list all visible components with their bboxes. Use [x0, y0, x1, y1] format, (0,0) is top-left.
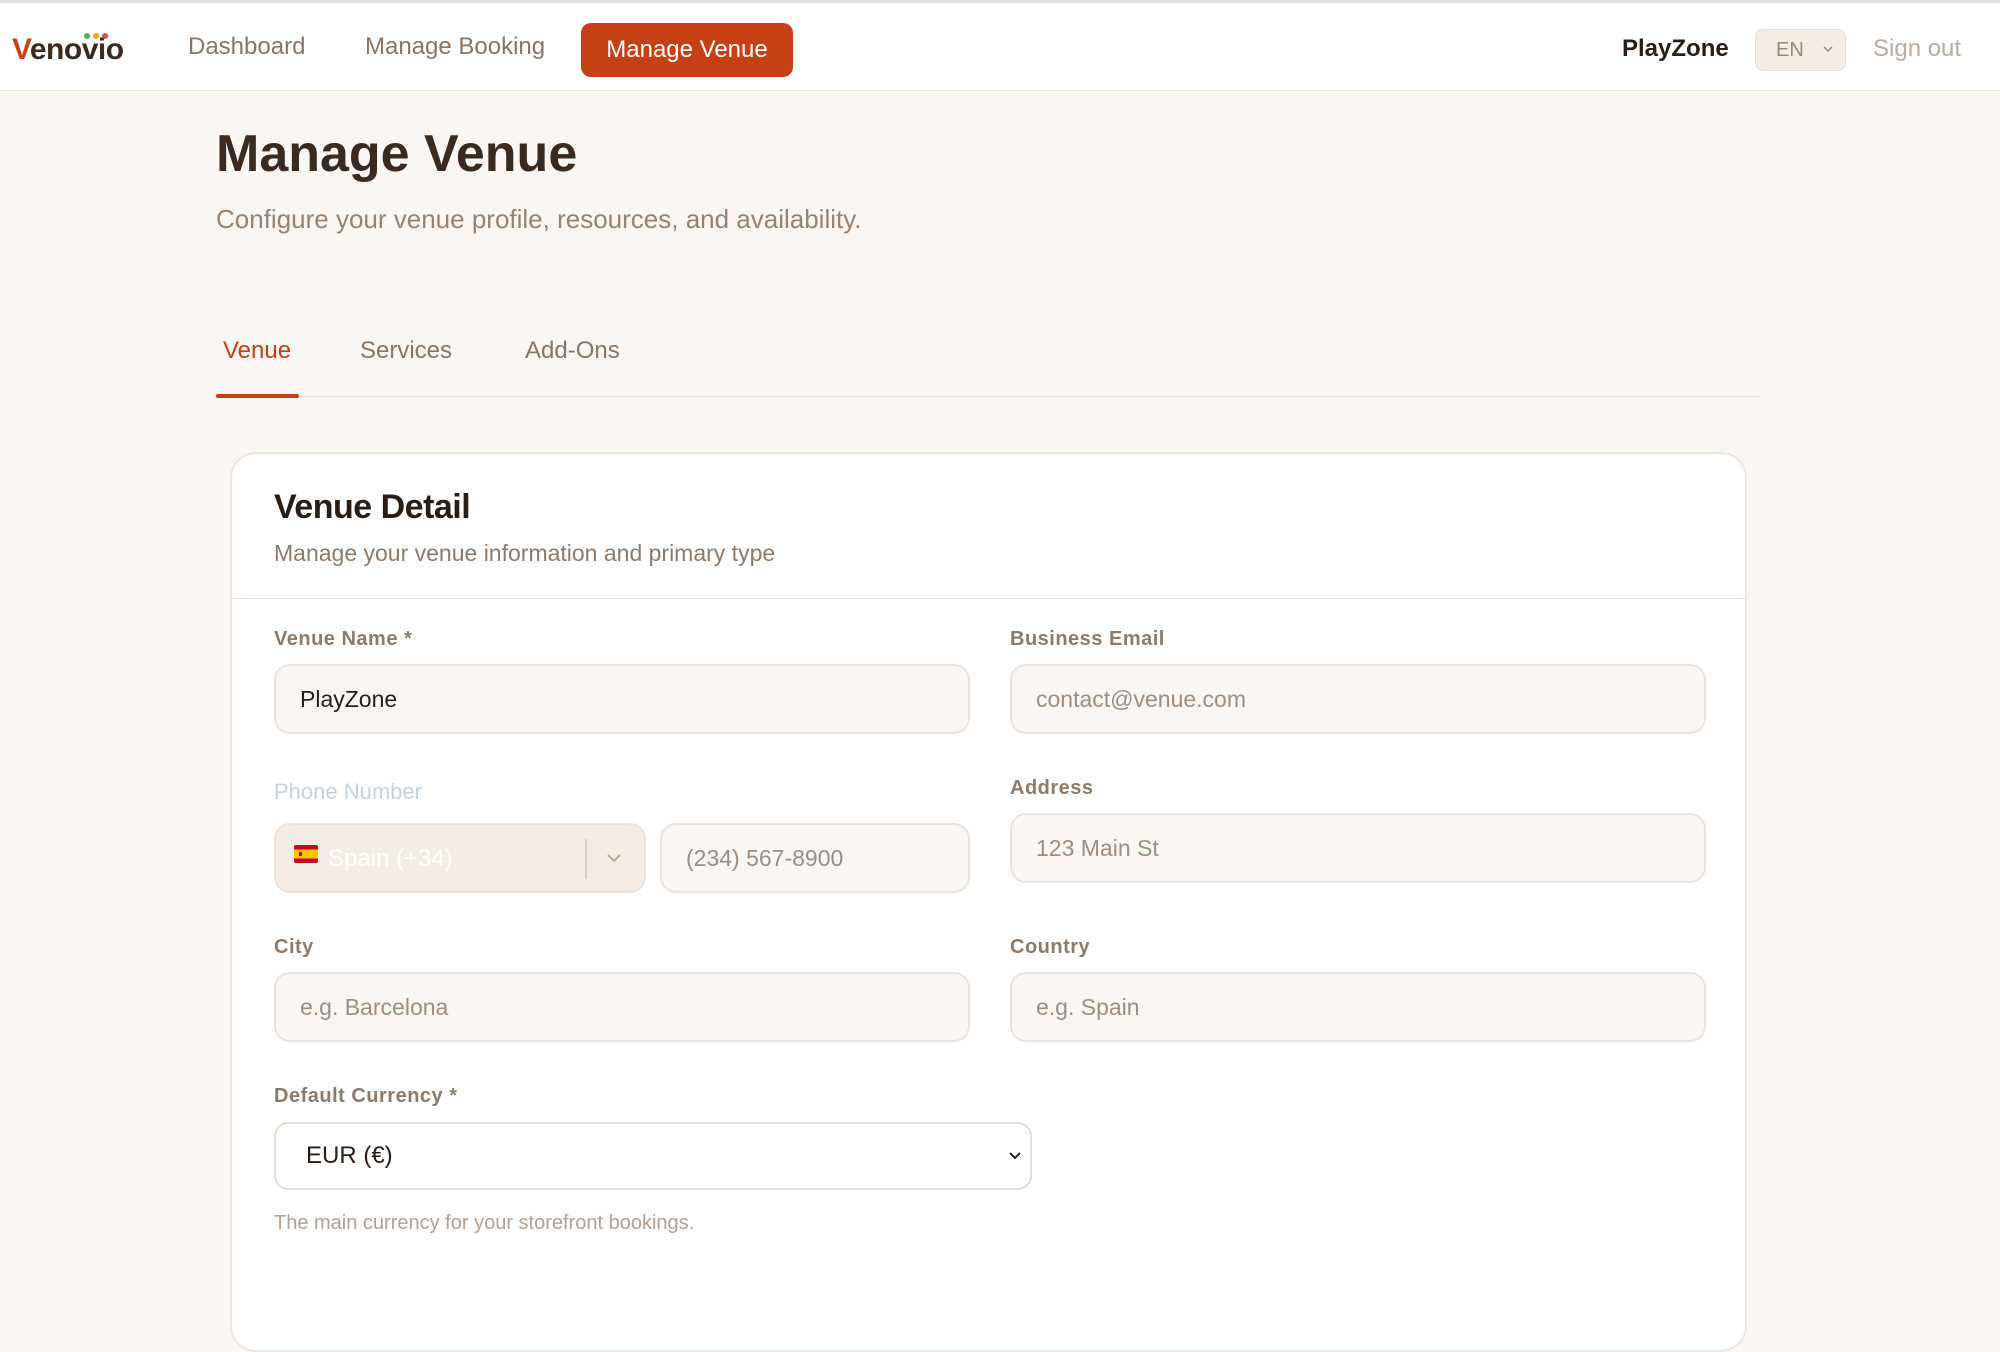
- card-title: Venue Detail: [274, 488, 471, 526]
- top-nav-bar: Venovio Dashboard Manage Booking Manage …: [0, 0, 2000, 91]
- phone-number-input[interactable]: (234) 567-8900: [660, 823, 970, 893]
- phone-number-label: Phone Number: [274, 779, 422, 804]
- brand-logo-initial: V: [12, 33, 30, 66]
- chevron-down-icon: [607, 854, 621, 863]
- address-input[interactable]: 123 Main St: [1010, 813, 1706, 883]
- current-venue-name: PlayZone: [1622, 35, 1729, 62]
- chevron-down-icon: [1009, 1152, 1021, 1160]
- brand-logo-dots: [84, 26, 111, 39]
- sign-out-link[interactable]: Sign out: [1873, 35, 1961, 63]
- currency-help-text: The main currency for your storefront bo…: [274, 1212, 695, 1234]
- page-subtitle: Configure your venue profile, resources,…: [216, 204, 862, 234]
- language-select[interactable]: EN: [1755, 29, 1846, 71]
- city-label: City: [274, 936, 314, 958]
- tab-add-ons[interactable]: Add-Ons: [525, 337, 620, 365]
- card-divider: [232, 598, 1745, 599]
- phone-country-select[interactable]: Spain (+34): [274, 823, 646, 893]
- country-input[interactable]: e.g. Spain: [1010, 972, 1706, 1042]
- venue-detail-card: Venue Detail Manage your venue informati…: [230, 452, 1747, 1352]
- nav-dashboard[interactable]: Dashboard: [188, 33, 305, 61]
- address-label: Address: [1010, 777, 1094, 799]
- page-title: Manage Venue: [216, 125, 578, 183]
- default-currency-value: EUR (€): [306, 1142, 393, 1169]
- nav-manage-booking[interactable]: Manage Booking: [365, 33, 545, 61]
- venue-name-input[interactable]: PlayZone: [274, 664, 970, 734]
- tab-venue[interactable]: Venue: [223, 337, 291, 365]
- default-currency-select[interactable]: EUR (€): [274, 1122, 1032, 1190]
- select-separator: [585, 839, 587, 879]
- active-tab-indicator: [216, 394, 299, 398]
- nav-manage-venue[interactable]: Manage Venue: [581, 23, 793, 77]
- brand-logo-text: enovio: [29, 33, 124, 66]
- venue-name-label: Venue Name *: [274, 628, 413, 650]
- spain-flag-icon: [294, 845, 318, 863]
- default-currency-label: Default Currency *: [274, 1085, 458, 1107]
- chevron-down-icon: [1823, 46, 1833, 53]
- phone-country-value: Spain (+34): [328, 845, 453, 872]
- business-email-input[interactable]: contact@venue.com: [1010, 664, 1706, 734]
- business-email-label: Business Email: [1010, 628, 1165, 650]
- language-code: EN: [1776, 39, 1804, 61]
- city-input[interactable]: e.g. Barcelona: [274, 972, 970, 1042]
- country-label: Country: [1010, 936, 1091, 958]
- card-subtitle: Manage your venue information and primar…: [274, 540, 776, 566]
- tab-services[interactable]: Services: [360, 337, 452, 365]
- tabs-divider: [216, 396, 1760, 397]
